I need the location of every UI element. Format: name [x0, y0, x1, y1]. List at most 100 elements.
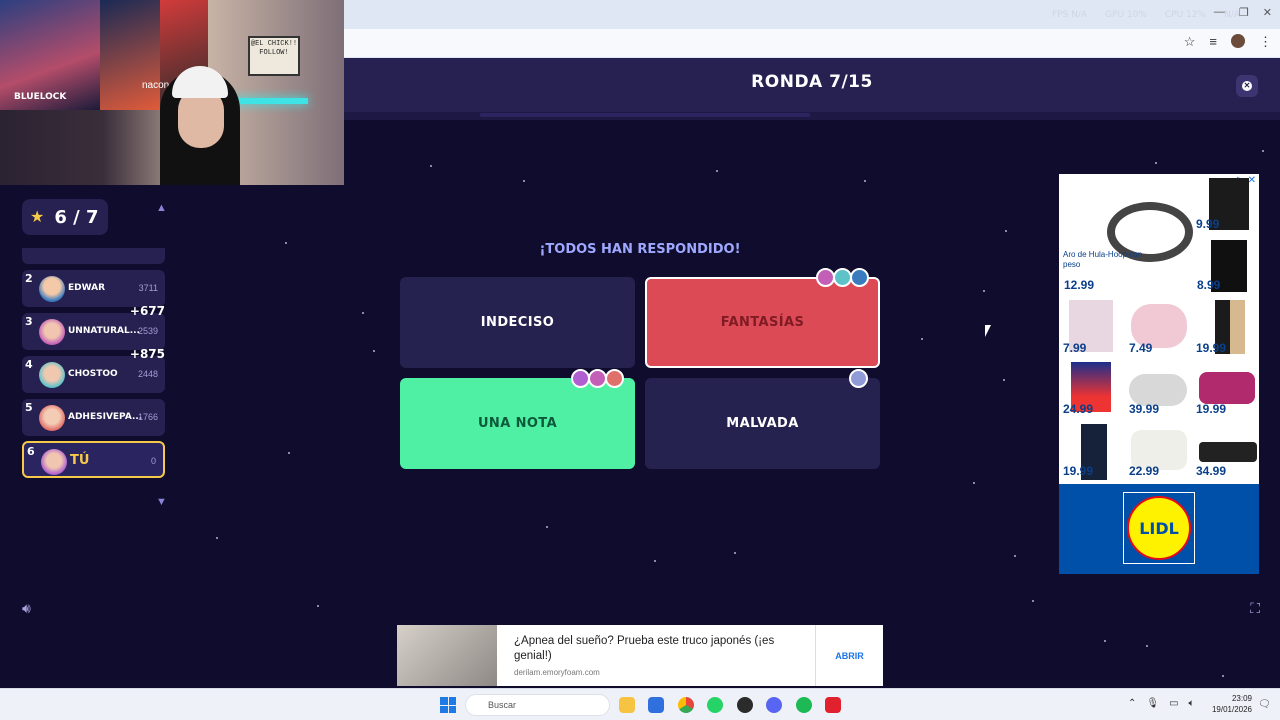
notification-icon[interactable]: 🗨︎ [1258, 699, 1271, 710]
voter-avatar [850, 268, 869, 287]
star-dot [983, 290, 985, 292]
ad-caption: Aro de Hula-Hoop con peso [1063, 250, 1143, 269]
obs-icon[interactable] [737, 697, 753, 713]
voter-avatar [605, 369, 624, 388]
answer-option[interactable]: FANTASÍAS [645, 277, 880, 368]
star-icon[interactable]: ☆ [1184, 34, 1196, 50]
star-dot [921, 338, 923, 340]
gpu-stat: GPU 10% [1105, 10, 1147, 20]
star-dot [1262, 150, 1264, 152]
game-header: RONDA 7/15 ✕ [344, 58, 1280, 112]
network-icon[interactable]: ▭ [1169, 698, 1178, 709]
fullscreen-icon[interactable]: ⛶ [1250, 600, 1260, 617]
menu-icon[interactable]: ⋮ [1259, 34, 1272, 50]
leaderboard-row: 3 UNNATURAL... 2539 +677 [22, 304, 165, 350]
tab-search-icon[interactable]: ≡ [1209, 34, 1217, 50]
player-name: UNNATURAL... [68, 326, 140, 336]
answer-option[interactable]: MALVADA [645, 378, 880, 469]
sound-icon[interactable]: 🔊︎ [22, 600, 31, 617]
minimize-icon[interactable]: — [1214, 6, 1225, 19]
slicer-image [1199, 372, 1255, 404]
microphone-icon[interactable]: 🎙︎ [1146, 698, 1159, 709]
price-label: 9.99 [1196, 217, 1220, 231]
store-icon[interactable] [648, 697, 664, 713]
discord-icon[interactable] [766, 697, 782, 713]
avatar [39, 276, 65, 302]
player-name: CHOSTOO [68, 369, 118, 379]
answer-option[interactable]: UNA NOTA [400, 378, 635, 469]
star-icon: ★ [30, 209, 45, 226]
star-dot [546, 526, 548, 528]
score-text: 6 / 7 [54, 206, 99, 228]
avatar [39, 362, 65, 388]
star-dot [973, 482, 975, 484]
star-dot [285, 242, 287, 244]
app-icon-red[interactable] [825, 697, 841, 713]
volume-icon[interactable]: 🔈︎ [1189, 698, 1195, 709]
star-dot [362, 312, 364, 314]
close-window-icon[interactable]: ✕ [1263, 6, 1272, 19]
clock-date: 19/01/2026 [1211, 705, 1252, 714]
player-points: 3711 [138, 283, 158, 293]
player-points: 0 [150, 456, 156, 466]
taskbar-search-input[interactable]: Buscar [465, 694, 610, 716]
star-dot [864, 180, 866, 182]
voters-una-nota [571, 369, 624, 388]
scroll-down-icon[interactable]: ▼ [156, 496, 168, 508]
player-points: 2539 [137, 326, 158, 336]
star-dot [288, 452, 290, 454]
points-gain: +875 [129, 347, 165, 361]
player-name: TÚ [70, 453, 90, 468]
cpu-stat: CPU 12% [1164, 10, 1207, 20]
leaderboard-row: 4 CHOSTOO 2448 +875 [22, 347, 165, 393]
clock-time: 23:09 [1231, 694, 1252, 703]
restore-icon[interactable]: ❐ [1239, 6, 1249, 19]
star-dot [734, 552, 736, 554]
ad-open-button[interactable]: ABRIR [815, 625, 883, 686]
leaderboard-row-partial [22, 248, 165, 264]
spotify-icon[interactable] [796, 697, 812, 713]
rank: 2 [25, 272, 33, 285]
chrome-icon[interactable] [678, 697, 694, 713]
star-dot [1014, 555, 1016, 557]
player-name: EDWAR [68, 283, 106, 293]
ad-banner-right[interactable]: ▷ ✕ Aro de Hula-Hoop con peso 9.99 12.99… [1059, 174, 1259, 574]
dumbbell-image [1199, 442, 1257, 462]
leaderboard-row: 2 EDWAR 3711 [22, 270, 165, 307]
price-label: 39.99 [1129, 402, 1160, 416]
system-tray: ⌃ 🎙︎ ▭ 🔈︎ [1128, 698, 1195, 709]
star-dot [216, 537, 218, 539]
all-answered-banner: ¡TODOS HAN RESPONDIDO! [539, 242, 741, 257]
star-dot [373, 350, 375, 352]
streamer-sign: @EL CHICK!! FOLLOW! [248, 36, 300, 76]
scroll-up-icon[interactable]: ▲ [156, 202, 168, 214]
star-dot [1155, 162, 1157, 164]
webcam-overlay: BLUELOCK @EL CHICK!! FOLLOW! nacon [0, 0, 344, 185]
star-dot [1003, 379, 1005, 381]
answer-option[interactable]: INDECISO [400, 277, 635, 368]
file-explorer-icon[interactable] [619, 697, 635, 713]
star-dot [716, 170, 718, 172]
leaderboard-row: 5 ADHESIVEPA... 1766 [22, 399, 165, 436]
mouse-cursor-icon [985, 325, 991, 337]
windows-start-icon[interactable] [440, 697, 456, 713]
rank: 3 [25, 315, 33, 328]
score-counter: ★ 6 / 7 [22, 199, 108, 235]
address-bar[interactable] [344, 29, 1280, 57]
rank: 6 [27, 445, 35, 458]
neon-light [228, 98, 308, 104]
player-points: 1766 [137, 412, 158, 422]
voter-avatar [849, 369, 868, 388]
ad-title[interactable]: ¿Apnea del sueño? Prueba este truco japo… [514, 634, 794, 664]
close-game-button[interactable]: ✕ [1236, 75, 1258, 97]
tray-chevron-icon[interactable]: ⌃ [1128, 698, 1136, 709]
taskbar-clock[interactable]: 23:09 19/01/2026 [1206, 693, 1252, 715]
rank: 4 [25, 358, 33, 371]
whatsapp-icon[interactable] [707, 697, 723, 713]
ad-banner-bottom[interactable]: ¿Apnea del sueño? Prueba este truco japo… [397, 625, 883, 686]
star-dot [317, 605, 319, 607]
profile-icon[interactable] [1231, 34, 1245, 48]
avatar [39, 405, 65, 431]
price-label: 22.99 [1129, 464, 1160, 478]
price-label: 7.99 [1063, 341, 1087, 355]
